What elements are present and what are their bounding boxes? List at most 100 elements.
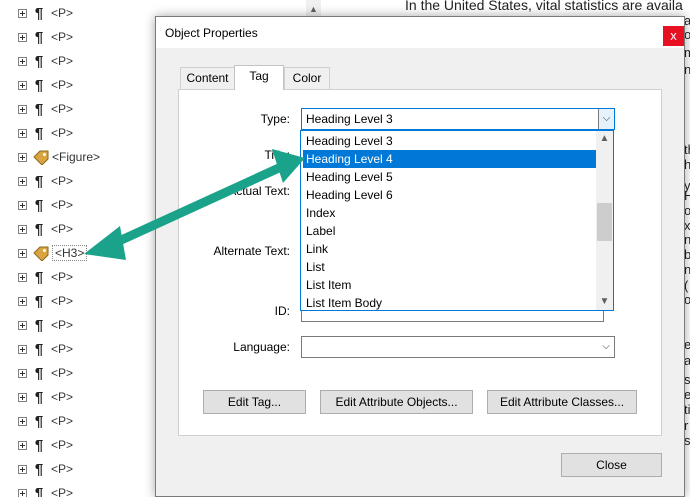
type-select[interactable]: Heading Level 3 ⌵ [301,108,615,130]
expand-icon[interactable] [18,128,27,138]
tab-color[interactable]: Color [284,67,330,89]
dropdown-option[interactable]: Link [303,240,596,258]
tree-item[interactable]: ¶ <P> [18,195,178,215]
tree-item[interactable]: ¶ <P> [18,3,178,23]
tree-item-label: <P> [51,342,74,356]
tree-item[interactable]: ¶ <P> [18,435,178,455]
tree-item-label: <P> [51,438,74,452]
tree-item[interactable]: ¶ <P> [18,123,178,143]
tree-item-label: <P> [51,294,74,308]
tree-item[interactable]: ¶ <P> [18,291,178,311]
close-button[interactable]: Close [561,453,662,477]
tab-content[interactable]: Content [180,67,235,89]
chevron-down-icon[interactable]: ⌵ [598,109,614,129]
paragraph-icon: ¶ [34,340,44,358]
tree-item[interactable]: ¶ <P> [18,27,178,47]
dialog-title: Object Properties [165,26,258,40]
tree-item[interactable]: ¶ <P> [18,387,178,407]
tree-item[interactable]: ¶ <P> [18,171,178,191]
expand-icon[interactable] [18,488,27,497]
tree-item[interactable]: ¶ <P> [18,51,178,71]
expand-icon[interactable] [18,200,27,210]
paragraph-icon: ¶ [34,460,44,478]
edit-tag-button[interactable]: Edit Tag... [203,390,306,414]
expand-icon[interactable] [18,272,27,282]
dialog-titlebar: Object Properties [156,17,684,48]
expand-icon[interactable] [18,224,27,234]
expand-icon[interactable] [18,152,27,162]
title-label: Title: [264,148,290,162]
chevron-down-icon[interactable]: ⌵ [598,337,614,357]
tree-item[interactable]: ¶ <P> [18,99,178,119]
tree-item-label: <P> [51,318,74,332]
tree-item-label: <P> [51,174,74,188]
paragraph-icon: ¶ [34,100,44,118]
expand-icon[interactable] [18,392,27,402]
tree-item-label: <P> [51,6,74,20]
expand-icon[interactable] [18,464,27,474]
dropdown-option[interactable]: List Item Body [303,294,596,310]
tree-item[interactable]: ¶ <P> [18,483,178,497]
expand-icon[interactable] [18,416,27,426]
tree-item-label: <P> [51,462,74,476]
scroll-up-icon[interactable]: ▲ [306,2,321,16]
scroll-up-icon[interactable]: ▲ [596,131,613,147]
scrollbar-thumb[interactable] [597,203,612,241]
expand-icon[interactable] [18,32,27,42]
expand-icon[interactable] [18,296,27,306]
paragraph-icon: ¶ [34,196,44,214]
language-label: Language: [233,340,290,354]
expand-icon[interactable] [18,8,27,18]
edit-attribute-classes-button[interactable]: Edit Attribute Classes... [487,390,637,414]
paragraph-icon: ¶ [34,412,44,430]
paragraph-icon: ¶ [34,4,44,22]
paragraph-icon: ¶ [34,292,44,310]
tree-item[interactable]: ¶ <P> [18,219,178,239]
expand-icon[interactable] [18,320,27,330]
tree-item-label: <P> [51,78,74,92]
expand-icon[interactable] [18,80,27,90]
dropdown-option[interactable]: Label [303,222,596,240]
tree-item[interactable]: ¶ <P> [18,75,178,95]
language-select[interactable]: ⌵ [301,336,615,358]
paragraph-icon: ¶ [34,124,44,142]
dropdown-option[interactable]: List Item [303,276,596,294]
paragraph-icon: ¶ [34,316,44,334]
paragraph-icon: ¶ [34,172,44,190]
tree-item[interactable]: ¶ <P> [18,411,178,431]
expand-icon[interactable] [18,440,27,450]
dropdown-option[interactable]: Heading Level 5 [303,168,596,186]
paragraph-icon: ¶ [34,268,44,286]
expand-icon[interactable] [18,344,27,354]
edit-attribute-objects-button[interactable]: Edit Attribute Objects... [320,390,473,414]
paragraph-icon: ¶ [34,76,44,94]
tree-item[interactable]: <H3> [18,243,178,263]
expand-icon[interactable] [18,368,27,378]
tab-tag[interactable]: Tag [234,65,284,90]
tree-item[interactable]: <Figure> [18,147,178,167]
paragraph-icon: ¶ [34,28,44,46]
type-select-value: Heading Level 3 [306,112,393,126]
dropdown-option[interactable]: Heading Level 3 [303,132,596,150]
dropdown-scrollbar[interactable]: ▲ ▼ [596,131,613,310]
tree-item[interactable]: ¶ <P> [18,267,178,287]
dropdown-option[interactable]: Heading Level 6 [303,186,596,204]
dropdown-option[interactable]: List [303,258,596,276]
expand-icon[interactable] [18,176,27,186]
tree-item[interactable]: ¶ <P> [18,363,178,383]
expand-icon[interactable] [18,104,27,114]
tree-item[interactable]: ¶ <P> [18,339,178,359]
type-dropdown-list[interactable]: Heading Level 3 Heading Level 4 Heading Le… [300,130,614,311]
close-window-button[interactable]: x [663,26,684,46]
expand-icon[interactable] [18,248,27,258]
dropdown-option[interactable]: Heading Level 4 [303,150,596,168]
dropdown-option[interactable]: Index [303,204,596,222]
tree-item[interactable]: ¶ <P> [18,315,178,335]
expand-icon[interactable] [18,56,27,66]
actual-text-label: Actual Text: [228,184,290,198]
scroll-down-icon[interactable]: ▼ [596,294,613,310]
tree-item-label: <P> [51,366,74,380]
tree-item-label: <P> [51,54,74,68]
tag-icon [33,246,49,261]
tree-item[interactable]: ¶ <P> [18,459,178,479]
